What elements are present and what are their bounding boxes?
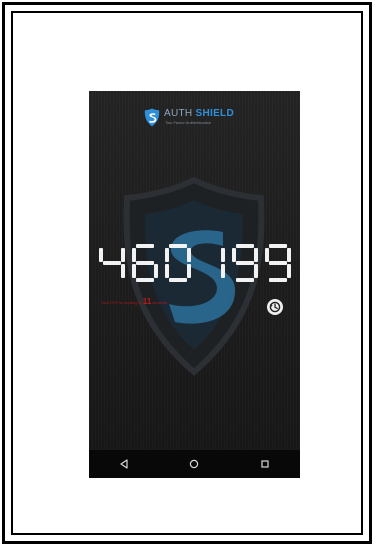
nav-back-button[interactable]: [114, 454, 134, 474]
otp-segment-c: [253, 264, 258, 278]
otp-segment-d: [235, 278, 254, 282]
phone-screen: AUTH SHIELD Two Factor Authentication 46…: [89, 91, 300, 478]
app-header: AUTH SHIELD Two Factor Authentication: [144, 107, 254, 129]
otp-segment-b: [121, 248, 125, 262]
home-circle-icon: [190, 459, 199, 469]
otp-segment-c: [220, 264, 225, 278]
otp-segment-b: [187, 248, 192, 262]
otp-code: 460199: [99, 243, 291, 283]
otp-segment-d: [268, 278, 287, 282]
otp-segment-f: [231, 248, 236, 262]
brand-auth: AUTH: [164, 108, 193, 119]
sync-button[interactable]: [267, 299, 283, 315]
otp-segment-f: [264, 248, 269, 262]
otp-segment-d: [136, 278, 155, 282]
nav-home-button[interactable]: [184, 454, 204, 474]
otp-segment-c: [154, 264, 159, 278]
otp-segment-e: [132, 264, 137, 278]
expiry-suffix: seconds: [152, 300, 168, 305]
otp-segment-c: [121, 264, 125, 278]
expiry-prefix: Your OTP is expiring in: [101, 300, 142, 305]
otp-segment-c: [286, 264, 291, 278]
otp-segment-f: [132, 248, 137, 262]
otp-segment-a: [268, 244, 287, 248]
otp-segment-c: [187, 264, 192, 278]
expiry-seconds: 11: [142, 297, 152, 306]
recents-square-icon: [261, 460, 269, 468]
otp-segment-a: [235, 244, 254, 248]
otp-segment-b: [220, 248, 225, 262]
otp-digit-1: 4: [99, 248, 125, 278]
otp-segment-e: [165, 264, 170, 278]
otp-segment-g: [268, 261, 287, 265]
sync-time-icon: [269, 301, 281, 313]
otp-segment-g: [235, 261, 254, 265]
otp-segment-a: [169, 244, 188, 248]
shield-logo-icon: [144, 108, 160, 127]
otp-segment-f: [99, 248, 103, 262]
navigation-bar: [89, 450, 300, 478]
otp-digit-4: 1: [220, 248, 225, 278]
otp-segment-g: [103, 261, 121, 265]
brand-tagline: Two Factor Authentication: [165, 120, 212, 125]
brand-shield: SHIELD: [195, 108, 234, 119]
otp-digit-3: 0: [165, 244, 192, 282]
nav-recents-button[interactable]: [255, 454, 275, 474]
back-triangle-icon: [120, 459, 128, 469]
otp-segment-b: [286, 248, 291, 262]
otp-segment-g: [136, 261, 155, 265]
brand-name: AUTH SHIELD: [164, 108, 234, 119]
otp-digit-6: 9: [264, 244, 291, 282]
otp-segment-d: [169, 278, 188, 282]
expiry-message: Your OTP is expiring in 11 seconds: [101, 297, 167, 306]
otp-digit-2: 6: [132, 244, 159, 282]
otp-segment-f: [165, 248, 170, 262]
otp-digit-5: 9: [231, 244, 258, 282]
otp-segment-b: [253, 248, 258, 262]
otp-segment-a: [136, 244, 155, 248]
